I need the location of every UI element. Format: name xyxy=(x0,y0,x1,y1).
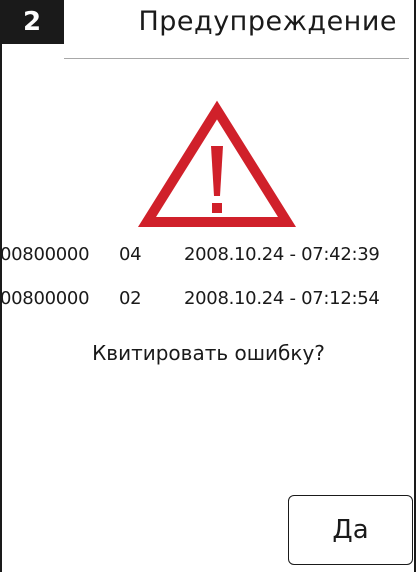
screen-right-border xyxy=(414,0,416,572)
error-code: 00800000 xyxy=(0,288,90,309)
header: 2 Предупреждение xyxy=(0,0,417,59)
header-divider xyxy=(64,58,409,59)
error-code: 00800000 xyxy=(0,244,90,265)
page-number-badge: 2 xyxy=(0,0,64,44)
screen-left-border xyxy=(0,0,2,572)
warning-triangle-icon xyxy=(137,100,297,227)
yes-button[interactable]: Да xyxy=(288,495,413,565)
acknowledge-question: Квитировать ошибку? xyxy=(92,341,325,365)
page-title: Предупреждение xyxy=(138,6,397,37)
warning-screen: 2 Предупреждение 00800000 04 2008.10.24 … xyxy=(0,0,417,572)
error-timestamp: 2008.10.24 - 07:42:39 xyxy=(184,244,380,265)
error-subcode: 02 xyxy=(119,288,142,309)
error-subcode: 04 xyxy=(119,244,142,265)
error-timestamp: 2008.10.24 - 07:12:54 xyxy=(184,288,380,309)
